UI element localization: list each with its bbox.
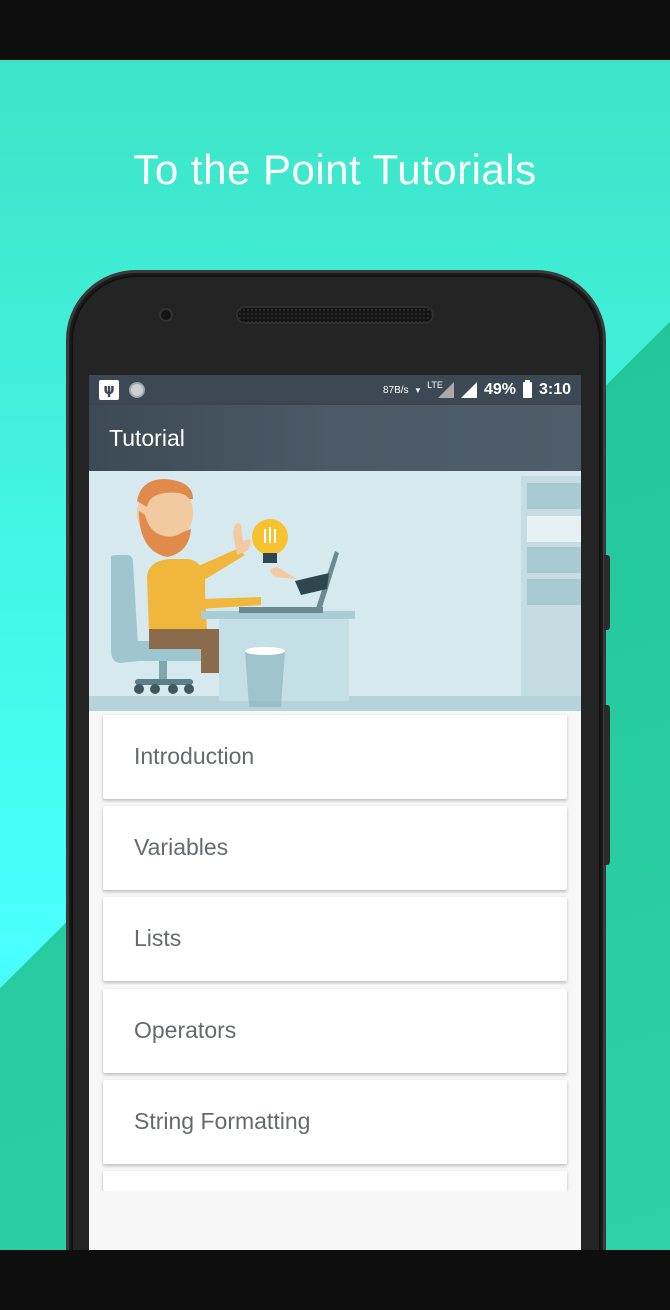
notification-dot-icon	[129, 382, 145, 398]
status-bar: ψ 87B/s ▾ LTE 49% 3:10	[89, 375, 581, 405]
power-button	[604, 555, 610, 630]
device-top-bar	[0, 0, 670, 60]
topic-card-string-formatting[interactable]: String Formatting	[103, 1080, 567, 1164]
earpiece-speaker	[236, 306, 434, 324]
promo-title: To the Point Tutorials	[133, 146, 537, 193]
topic-card-partial[interactable]	[103, 1171, 567, 1191]
front-camera	[159, 308, 173, 322]
banner-illustration	[89, 471, 581, 711]
bookshelf-icon	[521, 476, 581, 696]
app-bar-title: Tutorial	[109, 425, 185, 451]
topic-card-introduction[interactable]: Introduction	[103, 715, 567, 799]
app-bar: Tutorial	[89, 405, 581, 471]
net-speed: 87B/s	[382, 384, 409, 396]
banner-illustration-svg	[89, 471, 581, 711]
topic-label: Introduction	[134, 743, 255, 769]
phone-screen: ψ 87B/s ▾ LTE 49% 3:10 Tutorial Introduc…	[89, 375, 581, 1250]
network-type: LTE	[427, 380, 443, 390]
battery-icon	[522, 380, 532, 398]
topic-label: Lists	[134, 925, 182, 951]
download-arrow-icon: ▾	[415, 384, 421, 395]
battery-percent: 49%	[483, 381, 516, 398]
clock: 3:10	[538, 381, 571, 398]
device-bottom-bar	[0, 1250, 670, 1310]
desk-icon	[201, 611, 355, 707]
volume-button	[604, 705, 610, 865]
topic-card-lists[interactable]: Lists	[103, 897, 567, 981]
topic-label: Operators	[134, 1017, 237, 1043]
usb-icon: ψ	[99, 380, 119, 400]
signal-icon	[460, 382, 477, 398]
topic-label: Variables	[134, 834, 229, 860]
topic-label: String Formatting	[134, 1108, 311, 1134]
screen-bottom-fill	[89, 1191, 581, 1250]
topic-card-operators[interactable]: Operators	[103, 989, 567, 1073]
topic-card-variables[interactable]: Variables	[103, 806, 567, 890]
